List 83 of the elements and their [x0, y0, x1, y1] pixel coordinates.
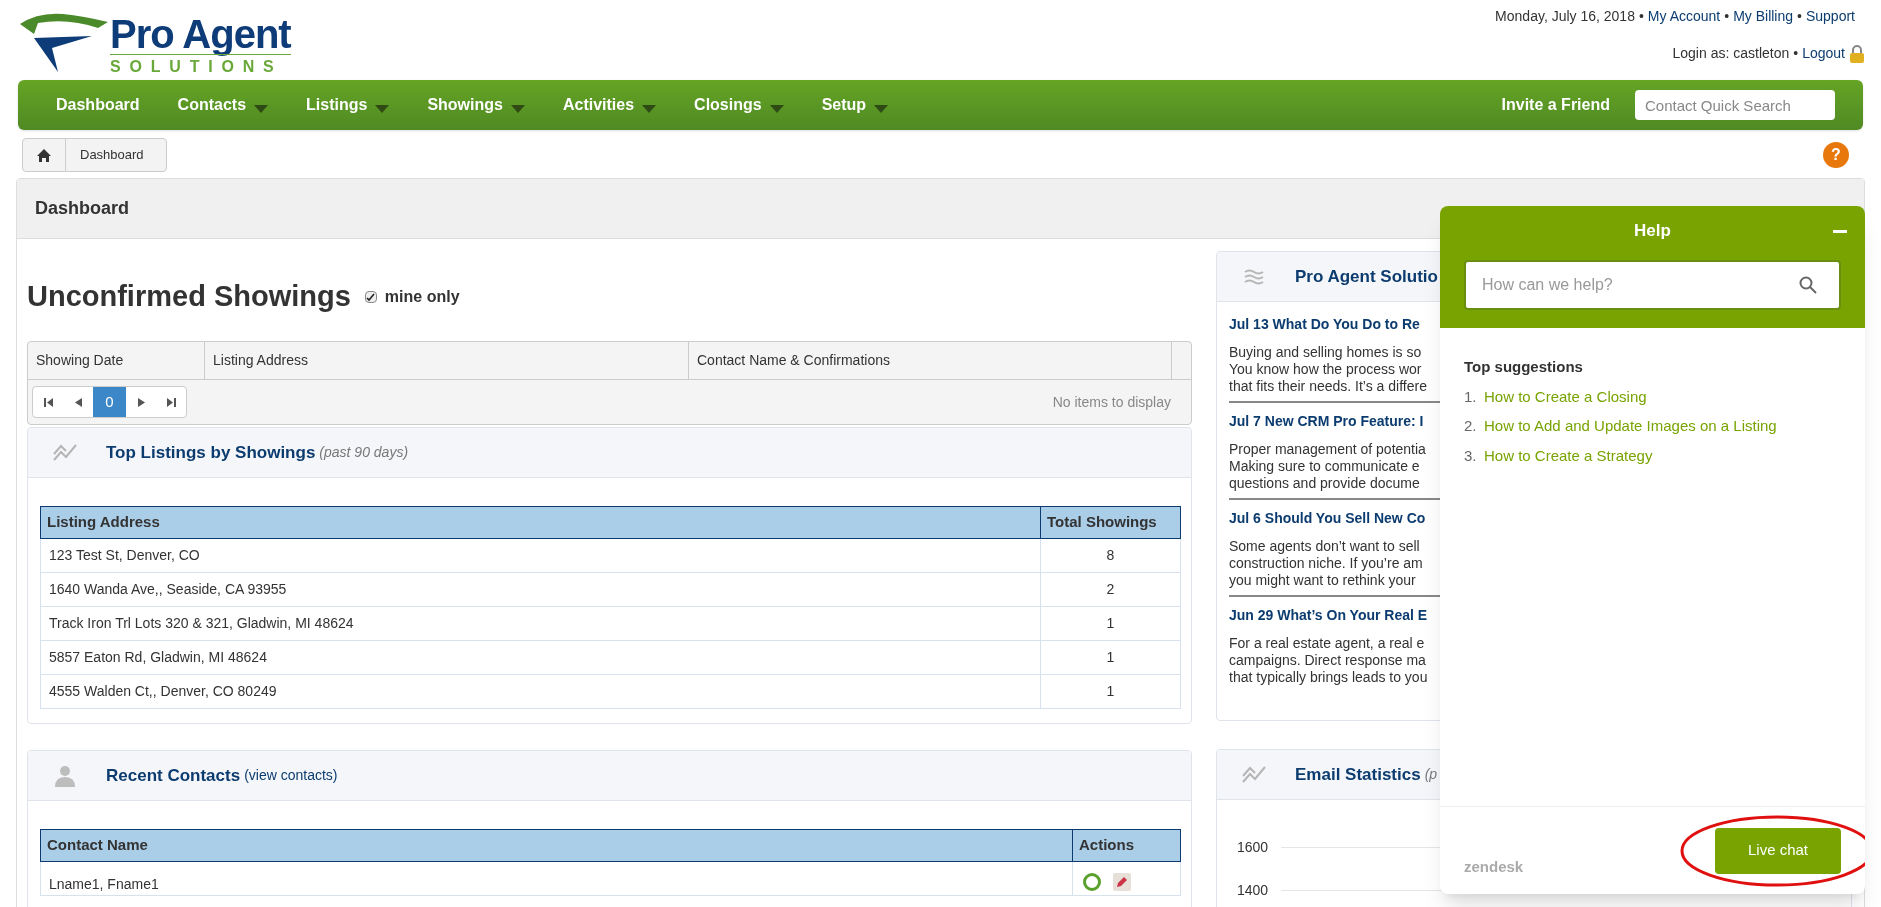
- logo-title: Pro Agent: [110, 14, 291, 54]
- table-cell: 1: [1040, 606, 1181, 641]
- separator-dot: •: [1793, 44, 1799, 63]
- last-page-icon: [166, 397, 176, 407]
- table-cell: 4555 Walden Ct,, Denver, CO 80249: [40, 674, 1041, 709]
- panel-title: Pro Agent Solutio: [1295, 265, 1438, 288]
- page-number[interactable]: 0: [93, 387, 126, 417]
- column-header[interactable]: Total Showings: [1040, 506, 1181, 539]
- suggestions-title: Top suggestions: [1464, 357, 1584, 377]
- separator-dot: •: [1797, 7, 1802, 26]
- axis-label: 1600: [1237, 838, 1270, 857]
- header-text: Monday, July 16, 2018: [1495, 7, 1635, 26]
- nav-item[interactable]: Setup: [821, 93, 889, 117]
- list-number: 1.: [1464, 386, 1478, 407]
- contact-search-field[interactable]: Contact Quick Search: [1635, 90, 1835, 120]
- table-cell: 123 Test St, Denver, CO: [40, 538, 1041, 573]
- trend-icon: [1242, 765, 1266, 784]
- column-header[interactable]: Listing Address: [40, 506, 1041, 539]
- view-contacts-link[interactable]: (view contacts): [244, 765, 338, 786]
- person-icon: [55, 764, 75, 787]
- panel-title: Recent Contacts: [106, 764, 241, 787]
- header-link[interactable]: My Account: [1647, 6, 1721, 27]
- brand-text: zendesk: [1464, 857, 1524, 878]
- nav-item[interactable]: Activities: [562, 93, 657, 117]
- panel-title: Top Listings by Showings: [106, 441, 316, 464]
- table-cell: 2: [1040, 572, 1181, 607]
- panel-note: (p: [1424, 765, 1438, 784]
- table-cell: 1: [1040, 674, 1181, 709]
- checkbox-label: mine only: [384, 287, 460, 307]
- lock-icon: [1849, 43, 1865, 64]
- axis-label: 1400: [1237, 881, 1270, 900]
- column-header[interactable]: Showing Date: [28, 342, 205, 379]
- nav-item[interactable]: Dashboard: [56, 93, 140, 117]
- trend-icon: [53, 443, 77, 462]
- nav-item[interactable]: Listings: [306, 93, 390, 117]
- panel-note: (past 90 days): [319, 443, 409, 462]
- news-heading[interactable]: Jul 7 New CRM Pro Feature: I: [1229, 409, 1424, 433]
- table-cell: 5857 Eaton Rd, Gladwin, MI 48624: [40, 640, 1041, 675]
- search-icon[interactable]: [1799, 275, 1817, 294]
- logo-subtitle: SOLUTIONS: [110, 54, 291, 79]
- news-excerpt: Buying and selling homes is so You know how the process wor that fits their needs. It’s a differe: [1229, 344, 1427, 395]
- separator-dot: •: [1724, 7, 1730, 26]
- breadcrumb-item[interactable]: Dashboard: [65, 139, 166, 171]
- help-search-field[interactable]: How can we help?: [1464, 259, 1841, 310]
- news-heading[interactable]: Jul 13 What Do You Do to Re: [1229, 312, 1420, 336]
- left-arrow-icon: [74, 397, 82, 407]
- column-header[interactable]: Actions: [1072, 829, 1181, 862]
- table-cell: 1640 Wanda Ave,, Seaside, CA 93955: [40, 572, 1041, 607]
- waves-icon: [1244, 268, 1264, 285]
- first-page-icon: [43, 397, 53, 407]
- news-excerpt: For a real estate agent, a real e campaigns. Direct response ma that typically brings leads to you: [1229, 635, 1428, 686]
- nav-item[interactable]: Closings: [694, 93, 784, 117]
- table-cell: 8: [1040, 538, 1181, 573]
- news-heading[interactable]: Jun 29 What’s On Your Real E: [1229, 603, 1428, 627]
- panel-title: Email Statistics: [1295, 763, 1421, 786]
- column-header[interactable]: Contact Name & Confirmations: [689, 342, 1172, 379]
- news-excerpt: Some agents don’t want to sell construction niche. If you’re am you might want to rethink your: [1229, 538, 1423, 589]
- home-icon[interactable]: [37, 148, 51, 162]
- header-link[interactable]: Logout: [1802, 43, 1845, 64]
- list-number: 3.: [1464, 445, 1478, 466]
- right-arrow-icon: [137, 397, 145, 407]
- mine-only-checkbox[interactable]: [364, 291, 377, 303]
- header-text: Login as: castleton: [1672, 44, 1790, 63]
- nav-item[interactable]: Showings: [427, 93, 525, 117]
- column-header[interactable]: Listing Address: [205, 342, 689, 379]
- section-title: Unconfirmed Showings: [27, 279, 351, 315]
- news-excerpt: Proper management of potentia Making sure to communicate e questions and provide docume: [1229, 441, 1426, 492]
- pencil-icon[interactable]: [1113, 872, 1131, 891]
- invite-link[interactable]: Invite a Friend: [1501, 93, 1610, 117]
- table-cell: Lname1, Fname1: [40, 861, 1073, 896]
- help-title: Help: [1634, 220, 1671, 242]
- header-link[interactable]: Support: [1805, 6, 1855, 27]
- nav-item[interactable]: Contacts: [177, 93, 269, 117]
- table-cell: Track Iron Trl Lots 320 & 321, Gladwin, MI 48624: [40, 606, 1041, 641]
- list-number: 2.: [1464, 416, 1478, 436]
- news-heading[interactable]: Jul 6 Should You Sell New Co: [1229, 506, 1426, 530]
- empty-message: No items to display: [1052, 392, 1171, 412]
- refresh-icon[interactable]: [1083, 872, 1101, 891]
- table-cell: 1: [1040, 640, 1181, 675]
- page-title: Dashboard: [35, 197, 130, 220]
- separator-dot: •: [1638, 7, 1644, 26]
- column-header[interactable]: Contact Name: [40, 829, 1073, 862]
- header-link[interactable]: My Billing: [1733, 6, 1794, 27]
